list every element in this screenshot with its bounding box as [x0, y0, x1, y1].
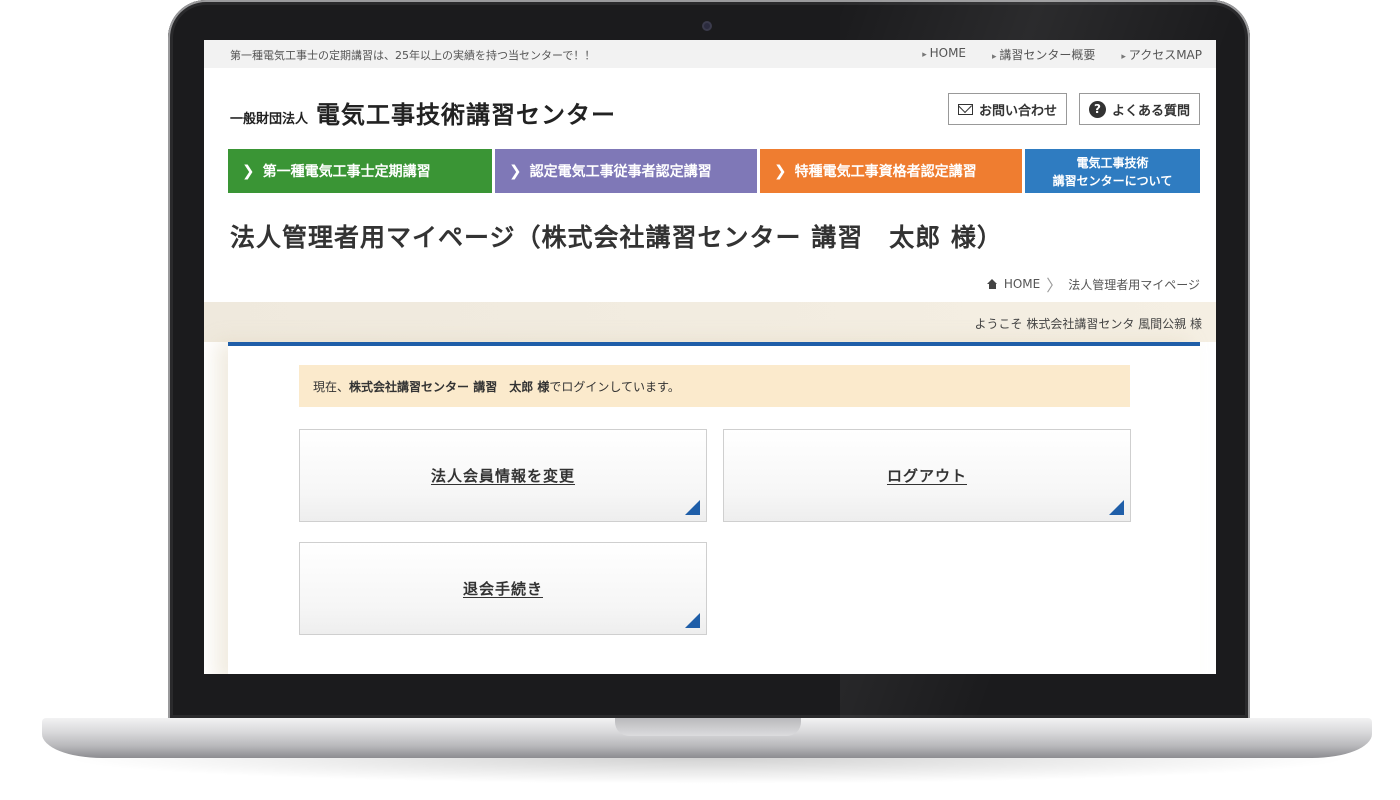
change-member-info-button[interactable]: 法人会員情報を変更: [299, 429, 707, 522]
nav-item-label: 第一種電気工事士定期講習: [262, 164, 431, 180]
breadcrumb-separator: 〉: [1046, 276, 1063, 295]
faq-button[interactable]: ? よくある質問: [1078, 93, 1200, 125]
tile-label: ログアウト: [886, 467, 967, 485]
nav-item-label: 特種電気工事資格者認定講習: [794, 164, 977, 180]
login-notice-suffix: でログインしています。: [549, 379, 680, 394]
chevron-right-icon: ❯: [242, 162, 255, 180]
corner-triangle-icon: [1109, 500, 1124, 515]
tile-label: 法人会員情報を変更: [430, 467, 575, 485]
contact-label: お問い合わせ: [978, 103, 1057, 119]
home-icon: [986, 279, 998, 289]
page-title: 法人管理者用マイページ（株式会社講習センター 講習 太郎 様）: [230, 223, 1003, 252]
nav-item-certified-worker-course[interactable]: ❯ 認定電気工事従事者認定講習: [495, 149, 757, 193]
main-nav: ❯ 第一種電気工事士定期講習 ❯ 認定電気工事従事者認定講習 ❯ 特種電気工事資…: [228, 149, 1200, 193]
login-notice: 現在、 株式会社講習センター 講習 太郎 様 でログインしています。: [299, 365, 1130, 407]
corner-triangle-icon: [685, 500, 700, 515]
breadcrumb-home[interactable]: HOME: [1004, 277, 1040, 291]
nav-item-label: 認定電気工事従事者認定講習: [529, 164, 712, 180]
laptop-shadow: [60, 758, 1355, 784]
camera-icon: [702, 21, 712, 31]
welcome-text: ようこそ 株式会社講習センタ 風間公親 様: [974, 317, 1202, 331]
withdraw-button[interactable]: 退会手続き: [299, 542, 707, 635]
welcome-band: ようこそ 株式会社講習センタ 風間公親 様: [204, 302, 1216, 342]
nav-about-line1: 電気工事技術: [1076, 155, 1149, 170]
org-type: 一般財団法人: [230, 112, 309, 127]
site-logo[interactable]: 一般財団法人 電気工事技術講習センター: [230, 95, 616, 130]
corner-triangle-icon: [685, 613, 700, 628]
top-link-overview[interactable]: 講習センター概要: [992, 46, 1095, 63]
chevron-right-icon: ❯: [509, 162, 522, 180]
login-notice-prefix: 現在、: [313, 379, 350, 394]
top-link-home[interactable]: HOME: [922, 46, 966, 63]
logout-button[interactable]: ログアウト: [723, 429, 1131, 522]
breadcrumb: HOME 〉 法人管理者用マイページ: [986, 272, 1200, 296]
top-tagline: 第一種電気工事士の定期講習は、25年以上の実績を持つ当センターで！！: [230, 49, 596, 62]
chevron-right-icon: ❯: [774, 162, 787, 180]
nav-about-line2: 講習センターについて: [1052, 173, 1173, 188]
top-bar: 第一種電気工事士の定期講習は、25年以上の実績を持つ当センターで！！ HOME …: [204, 40, 1216, 68]
laptop-base-notch: [615, 718, 801, 736]
header-buttons: お問い合わせ ? よくある質問: [947, 93, 1200, 125]
tile-label: 退会手続き: [462, 580, 543, 598]
mail-icon: [957, 103, 973, 115]
nav-item-special-qualifier-course[interactable]: ❯ 特種電気工事資格者認定講習: [760, 149, 1022, 193]
breadcrumb-current: 法人管理者用マイページ: [1068, 277, 1200, 292]
login-notice-name: 株式会社講習センター 講習 太郎 様: [349, 379, 550, 394]
top-links: HOME 講習センター概要 アクセスMAP: [922, 46, 1202, 63]
nav-item-about-center[interactable]: 電気工事技術 講習センターについて: [1025, 149, 1200, 193]
nav-item-periodic-course[interactable]: ❯ 第一種電気工事士定期講習: [228, 149, 492, 193]
org-name: 電気工事技術講習センター: [316, 101, 617, 129]
contact-button[interactable]: お問い合わせ: [947, 93, 1067, 125]
laptop-screen: 第一種電気工事士の定期講習は、25年以上の実績を持つ当センターで！！ HOME …: [204, 40, 1216, 674]
top-link-access-map[interactable]: アクセスMAP: [1121, 46, 1202, 63]
faq-label: よくある質問: [1111, 103, 1190, 119]
question-icon: ?: [1088, 100, 1106, 118]
